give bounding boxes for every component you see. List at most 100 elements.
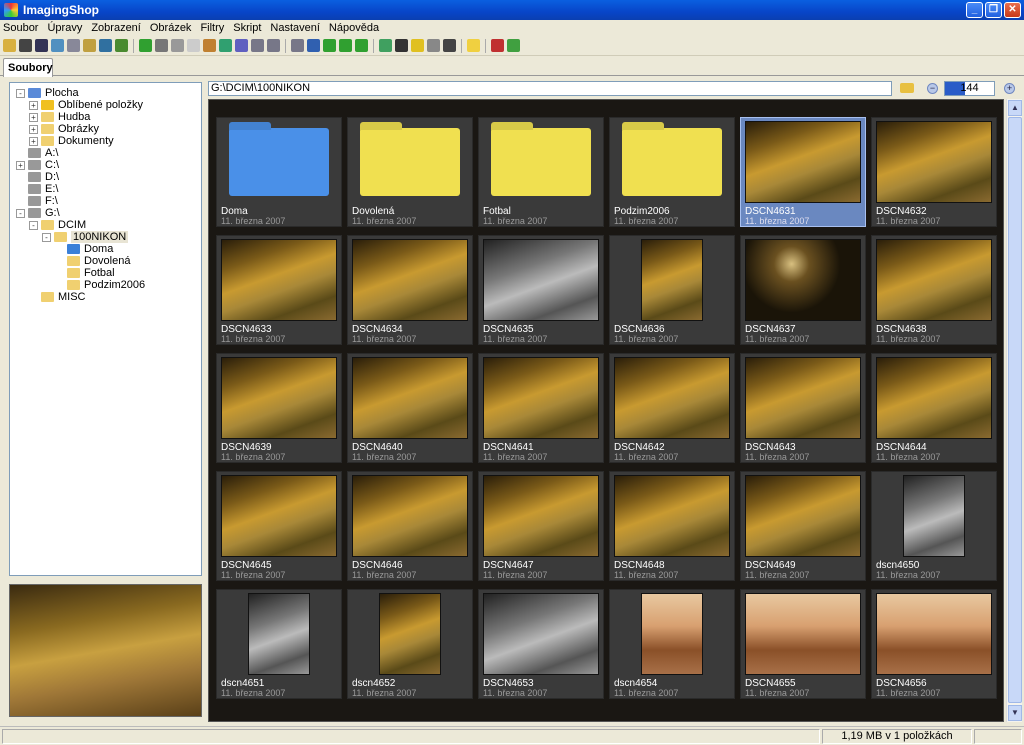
tree-node[interactable]: MISC: [29, 291, 86, 303]
tree-node[interactable]: +C:\: [16, 159, 59, 171]
toolbar-tool-23-icon[interactable]: [395, 39, 408, 52]
scroll-thumb[interactable]: [1008, 117, 1022, 703]
toolbar-tool-26-icon[interactable]: [443, 39, 456, 52]
menu-item-6[interactable]: Nastavení: [270, 22, 320, 34]
tree-node[interactable]: D:\: [16, 171, 59, 183]
thumbnail-tile[interactable]: DSCN464511. března 2007: [216, 471, 342, 581]
close-button[interactable]: ✕: [1004, 2, 1021, 18]
toolbar-tool-10-icon[interactable]: [171, 39, 184, 52]
toolbar-tool-13-icon[interactable]: [219, 39, 232, 52]
tree-node[interactable]: F:\: [16, 195, 58, 207]
thumbnail-tile[interactable]: DSCN463411. března 2007: [347, 235, 473, 345]
toolbar-tool-20-icon[interactable]: [339, 39, 352, 52]
toolbar-tool-14-icon[interactable]: [235, 39, 248, 52]
menu-item-4[interactable]: Filtry: [200, 22, 224, 34]
thumbnail-tile[interactable]: DSCN464311. března 2007: [740, 353, 866, 463]
tree-node[interactable]: Fotbal: [55, 267, 115, 279]
thumbnail-tile[interactable]: DSCN463111. března 2007: [740, 117, 866, 227]
thumbnail-tile[interactable]: DSCN463811. března 2007: [871, 235, 997, 345]
thumbnail-tile[interactable]: DSCN463211. března 2007: [871, 117, 997, 227]
tree-node[interactable]: Dovolená: [55, 255, 130, 267]
expand-toggle-icon[interactable]: +: [29, 113, 38, 122]
browse-folder-icon[interactable]: [900, 83, 914, 93]
menu-item-7[interactable]: Nápověda: [329, 22, 379, 34]
thumbnail-tile[interactable]: dscn465211. března 2007: [347, 589, 473, 699]
scroll-down-icon[interactable]: ▼: [1008, 705, 1022, 721]
toolbar-tool-5-icon[interactable]: [83, 39, 96, 52]
thumbnail-tile[interactable]: dscn465011. března 2007: [871, 471, 997, 581]
toolbar-tool-11-icon[interactable]: [187, 39, 200, 52]
toolbar-tool-17-icon[interactable]: [291, 39, 304, 52]
thumbnail-tile[interactable]: Doma11. března 2007: [216, 117, 342, 227]
toolbar-tool-28-icon[interactable]: [491, 39, 504, 52]
expand-toggle-icon[interactable]: -: [29, 221, 38, 230]
toolbar-tool-6-icon[interactable]: [99, 39, 112, 52]
tree-node[interactable]: -Plocha: [16, 87, 79, 99]
toolbar-tool-29-icon[interactable]: [507, 39, 520, 52]
thumbnail-tile[interactable]: Dovolená11. března 2007: [347, 117, 473, 227]
expand-toggle-icon[interactable]: -: [42, 233, 51, 242]
menu-item-0[interactable]: Soubor: [3, 22, 38, 34]
zoom-in-button[interactable]: +: [1004, 83, 1015, 94]
toolbar-tool-3-icon[interactable]: [51, 39, 64, 52]
thumbnail-tile[interactable]: DSCN463511. března 2007: [478, 235, 604, 345]
toolbar-tool-22-icon[interactable]: [379, 39, 392, 52]
folder-tree[interactable]: -Plocha+Oblíbené položky+Hudba+Obrázky+D…: [9, 82, 202, 576]
toolbar-tool-25-icon[interactable]: [427, 39, 440, 52]
toolbar-tool-12-icon[interactable]: [203, 39, 216, 52]
expand-toggle-icon[interactable]: +: [29, 101, 38, 110]
thumbnail-tile[interactable]: DSCN463711. března 2007: [740, 235, 866, 345]
thumbnail-tile[interactable]: Fotbal11. března 2007: [478, 117, 604, 227]
toolbar-tool-15-icon[interactable]: [251, 39, 264, 52]
vertical-scrollbar[interactable]: ▲ ▼: [1006, 99, 1022, 722]
menu-item-3[interactable]: Obrázek: [150, 22, 192, 34]
toolbar-tool-4-icon[interactable]: [67, 39, 80, 52]
toolbar-tool-2-icon[interactable]: [35, 39, 48, 52]
toolbar-tool-24-icon[interactable]: [411, 39, 424, 52]
tree-node[interactable]: Doma: [55, 243, 113, 255]
thumbnail-tile[interactable]: DSCN464911. března 2007: [740, 471, 866, 581]
thumbnail-tile[interactable]: DSCN465311. března 2007: [478, 589, 604, 699]
tree-node[interactable]: +Dokumenty: [29, 135, 114, 147]
toolbar-tool-7-icon[interactable]: [115, 39, 128, 52]
toolbar-tool-21-icon[interactable]: [355, 39, 368, 52]
thumbnail-tile[interactable]: Podzim200611. března 2007: [609, 117, 735, 227]
path-input[interactable]: G:\DCIM\100NIKON: [208, 81, 892, 96]
tree-node[interactable]: E:\: [16, 183, 58, 195]
tree-node[interactable]: Podzim2006: [55, 279, 145, 291]
menu-item-5[interactable]: Skript: [233, 22, 261, 34]
thumbnail-tile[interactable]: dscn465411. března 2007: [609, 589, 735, 699]
thumbnail-tile[interactable]: DSCN464811. března 2007: [609, 471, 735, 581]
thumbnail-tile[interactable]: DSCN464411. března 2007: [871, 353, 997, 463]
tree-node[interactable]: +Oblíbené položky: [29, 99, 143, 111]
toolbar-tool-1-icon[interactable]: [19, 39, 32, 52]
tree-node[interactable]: -DCIM: [29, 219, 86, 231]
tree-node[interactable]: +Obrázky: [29, 123, 99, 135]
thumbnail-size-slider[interactable]: 144: [944, 81, 995, 96]
tree-node[interactable]: -G:\: [16, 207, 60, 219]
expand-toggle-icon[interactable]: +: [29, 137, 38, 146]
minimize-button[interactable]: _: [966, 2, 983, 18]
toolbar-tool-19-icon[interactable]: [323, 39, 336, 52]
maximize-button[interactable]: ❐: [985, 2, 1002, 18]
menu-item-1[interactable]: Úpravy: [47, 22, 82, 34]
tree-node[interactable]: -100NIKON: [42, 231, 128, 243]
tree-node[interactable]: A:\: [16, 147, 58, 159]
toolbar-tool-27-icon[interactable]: [467, 39, 480, 52]
thumbnail-tile[interactable]: DSCN463911. března 2007: [216, 353, 342, 463]
thumbnail-tile[interactable]: DSCN465611. března 2007: [871, 589, 997, 699]
expand-toggle-icon[interactable]: +: [29, 125, 38, 134]
thumbnail-tile[interactable]: DSCN464211. března 2007: [609, 353, 735, 463]
menu-item-2[interactable]: Zobrazení: [91, 22, 141, 34]
thumbnail-tile[interactable]: DSCN463611. března 2007: [609, 235, 735, 345]
thumbnail-tile[interactable]: DSCN464011. března 2007: [347, 353, 473, 463]
tab-soubory[interactable]: Soubory: [3, 58, 53, 77]
expand-toggle-icon[interactable]: +: [16, 161, 25, 170]
toolbar-tool-16-icon[interactable]: [267, 39, 280, 52]
toolbar-tool-8-icon[interactable]: [139, 39, 152, 52]
tree-node[interactable]: +Hudba: [29, 111, 90, 123]
thumbnail-tile[interactable]: DSCN464111. března 2007: [478, 353, 604, 463]
toolbar-tool-0-icon[interactable]: [3, 39, 16, 52]
thumbnail-tile[interactable]: dscn465111. března 2007: [216, 589, 342, 699]
expand-toggle-icon[interactable]: -: [16, 209, 25, 218]
